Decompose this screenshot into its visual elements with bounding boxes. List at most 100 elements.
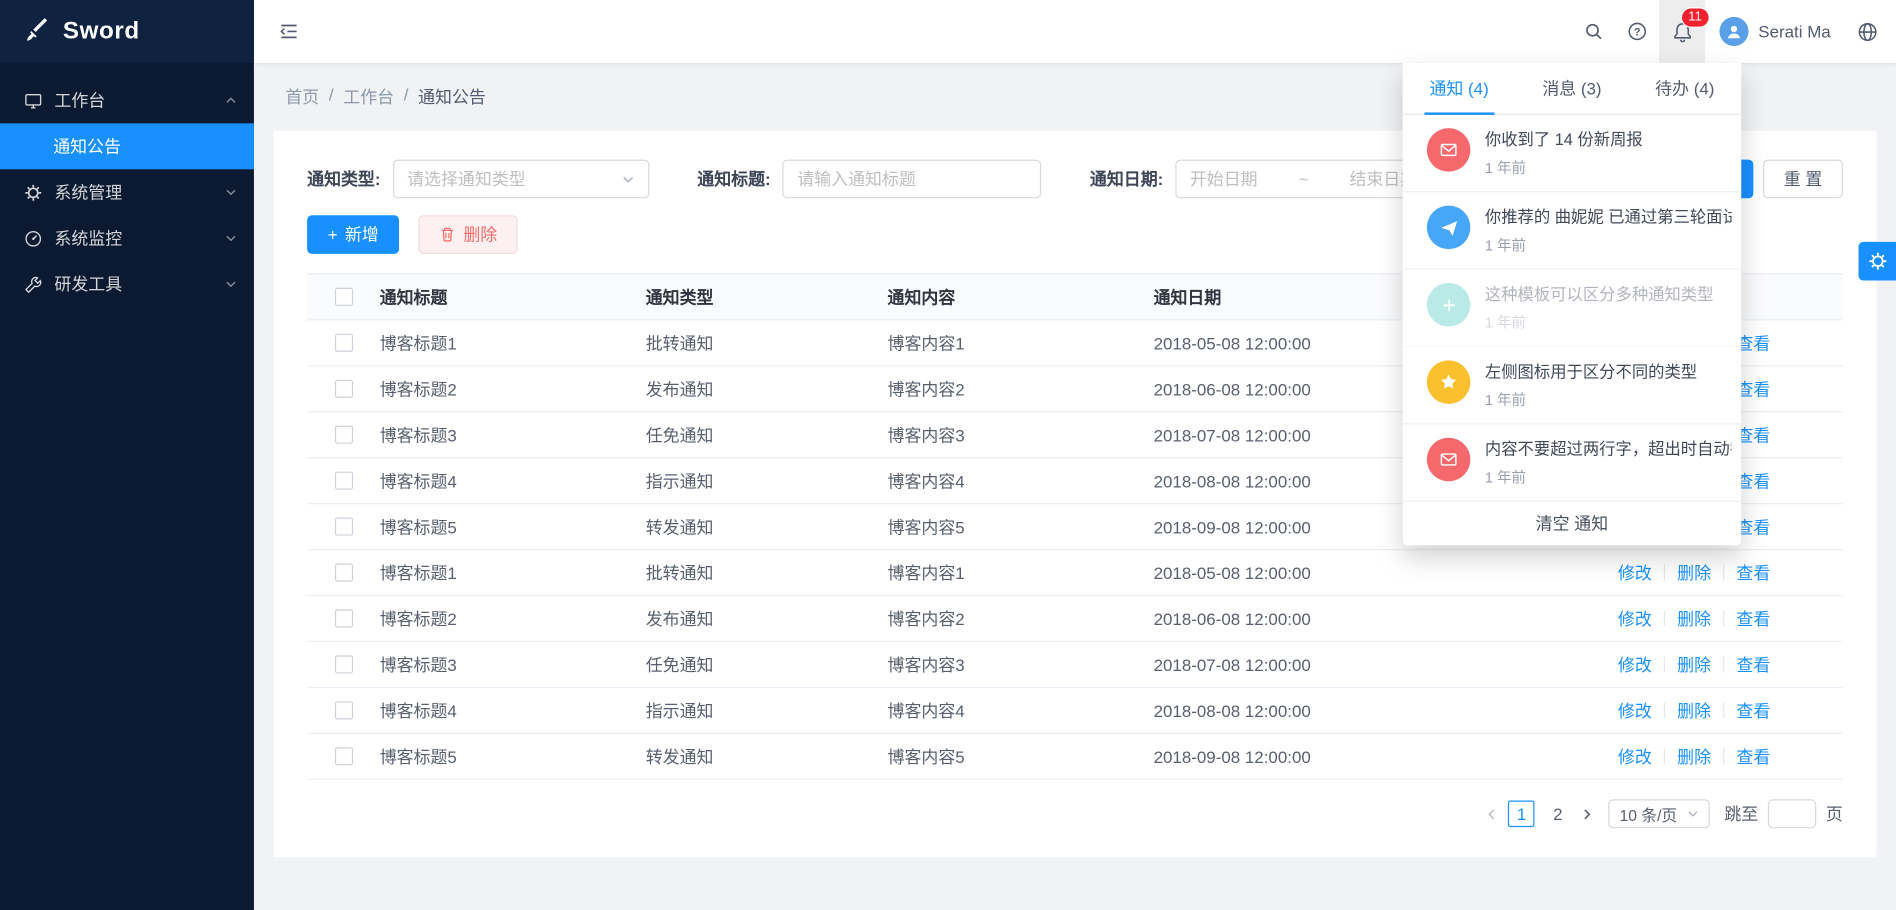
notice-type-select[interactable]: 请选择通知类型 bbox=[393, 160, 649, 199]
plus-icon: + bbox=[328, 225, 338, 244]
edit-link[interactable]: 修改 bbox=[1618, 744, 1652, 768]
desktop-icon bbox=[24, 91, 42, 109]
gear-icon bbox=[1868, 252, 1887, 271]
edit-link[interactable]: 修改 bbox=[1618, 606, 1652, 630]
dashboard-icon bbox=[24, 229, 42, 247]
edit-link[interactable]: 修改 bbox=[1618, 560, 1652, 584]
view-link[interactable]: 查看 bbox=[1736, 698, 1770, 722]
delete-link[interactable]: 删除 bbox=[1677, 560, 1711, 584]
notification-dropdown: 通知 (4) 消息 (3) 待办 (4) 你收到了 14 份新周报 1 年前 你… bbox=[1403, 63, 1742, 545]
action-separator bbox=[1723, 611, 1724, 627]
edit-link[interactable]: 修改 bbox=[1618, 698, 1652, 722]
row-checkbox[interactable] bbox=[334, 380, 352, 398]
breadcrumb-home[interactable]: 首页 bbox=[285, 85, 319, 131]
sidebar-item-system-monitor[interactable]: 系统监控 bbox=[0, 215, 254, 261]
select-placeholder: 请选择通知类型 bbox=[407, 167, 526, 191]
mail-icon bbox=[1427, 128, 1471, 172]
view-link[interactable]: 查看 bbox=[1736, 606, 1770, 630]
next-page-button[interactable] bbox=[1581, 807, 1594, 820]
row-checkbox[interactable] bbox=[334, 701, 352, 719]
delete-link[interactable]: 删除 bbox=[1677, 652, 1711, 676]
notice-title-input[interactable] bbox=[783, 160, 1042, 199]
language-button[interactable] bbox=[1845, 0, 1889, 63]
user-menu[interactable]: Serati Ma bbox=[1705, 0, 1845, 63]
view-link[interactable]: 查看 bbox=[1736, 744, 1770, 768]
edit-link[interactable]: 修改 bbox=[1618, 652, 1652, 676]
jump-label: 跳至 bbox=[1724, 802, 1758, 826]
pagination: 1 2 10 条/页 跳至 页 bbox=[307, 799, 1843, 828]
breadcrumb-current: 通知公告 bbox=[418, 85, 486, 131]
theme-settings-button[interactable] bbox=[1859, 242, 1896, 281]
row-checkbox[interactable] bbox=[334, 609, 352, 627]
view-link[interactable]: 查看 bbox=[1736, 469, 1770, 493]
breadcrumb-separator: / bbox=[329, 85, 334, 131]
notification-item[interactable]: 你收到了 14 份新周报 1 年前 bbox=[1403, 115, 1742, 192]
view-link[interactable]: 查看 bbox=[1736, 423, 1770, 447]
sidebar-item-system-management[interactable]: 系统管理 bbox=[0, 169, 254, 215]
row-checkbox[interactable] bbox=[334, 426, 352, 444]
clear-notifications-button[interactable]: 清空 通知 bbox=[1403, 502, 1742, 546]
sidebar-item-label: 系统管理 bbox=[54, 180, 122, 204]
view-link[interactable]: 查看 bbox=[1736, 377, 1770, 401]
delete-link[interactable]: 删除 bbox=[1677, 606, 1711, 630]
app-root: Sword 工作台 通知公告 bbox=[0, 0, 1896, 910]
notification-item-read[interactable]: 这种模板可以区分多种通知类型 1 年前 bbox=[1403, 270, 1742, 347]
view-link[interactable]: 查看 bbox=[1736, 515, 1770, 539]
menu-fold-icon bbox=[278, 21, 300, 43]
row-checkbox[interactable] bbox=[334, 518, 352, 536]
tab-notifications[interactable]: 通知 (4) bbox=[1403, 63, 1516, 114]
column-header-type: 通知类型 bbox=[646, 285, 888, 309]
delete-button[interactable]: 删除 bbox=[419, 215, 518, 254]
notification-item[interactable]: 左侧图标用于区分不同的类型 1 年前 bbox=[1403, 347, 1742, 424]
date-start-placeholder: 开始日期 bbox=[1190, 167, 1258, 191]
sidebar-item-notice[interactable]: 通知公告 bbox=[0, 123, 254, 169]
date-range-separator: ~ bbox=[1299, 169, 1309, 188]
column-header-content: 通知内容 bbox=[888, 285, 1154, 309]
sidebar: Sword 工作台 通知公告 bbox=[0, 0, 254, 910]
chevron-down-icon bbox=[225, 186, 237, 198]
question-circle-icon: ? bbox=[1628, 22, 1647, 41]
column-header-title: 通知标题 bbox=[380, 285, 646, 309]
tab-messages[interactable]: 消息 (3) bbox=[1516, 63, 1629, 114]
page-button-1[interactable]: 1 bbox=[1508, 800, 1535, 827]
row-checkbox[interactable] bbox=[334, 747, 352, 765]
add-button[interactable]: + 新增 bbox=[307, 215, 399, 254]
trash-icon bbox=[439, 226, 456, 243]
notifications-bell-button[interactable]: 11 bbox=[1659, 0, 1705, 63]
select-all-checkbox[interactable] bbox=[334, 288, 352, 306]
action-separator bbox=[1723, 657, 1724, 673]
search-button[interactable] bbox=[1572, 0, 1616, 63]
row-checkbox[interactable] bbox=[334, 472, 352, 490]
row-checkbox[interactable] bbox=[334, 563, 352, 581]
notice-date-range-picker[interactable]: 开始日期 ~ 结束日期 bbox=[1175, 160, 1431, 199]
jump-page-input[interactable] bbox=[1768, 799, 1816, 828]
tab-todos[interactable]: 待办 (4) bbox=[1628, 63, 1741, 114]
prev-page-button[interactable] bbox=[1485, 807, 1498, 820]
sidebar-item-dev-tools[interactable]: 研发工具 bbox=[0, 261, 254, 307]
logo-text: Sword bbox=[63, 18, 140, 46]
reset-button[interactable]: 重 置 bbox=[1763, 160, 1843, 199]
menu-fold-button[interactable] bbox=[278, 21, 300, 43]
sidebar-item-label: 工作台 bbox=[54, 88, 105, 112]
breadcrumb-workbench[interactable]: 工作台 bbox=[343, 85, 394, 131]
notice-date-label: 通知日期: bbox=[1090, 167, 1163, 191]
wrench-icon bbox=[24, 275, 42, 293]
row-checkbox[interactable] bbox=[334, 334, 352, 352]
delete-link[interactable]: 删除 bbox=[1677, 744, 1711, 768]
view-link[interactable]: 查看 bbox=[1736, 560, 1770, 584]
sidebar-item-workbench[interactable]: 工作台 bbox=[0, 77, 254, 123]
page-size-select[interactable]: 10 条/页 bbox=[1609, 799, 1710, 828]
notification-item[interactable]: 内容不要超过两行字，超出时自动截断 1 年前 bbox=[1403, 424, 1742, 501]
view-link[interactable]: 查看 bbox=[1736, 331, 1770, 355]
action-separator bbox=[1664, 657, 1665, 673]
row-checkbox[interactable] bbox=[334, 655, 352, 673]
delete-link[interactable]: 删除 bbox=[1677, 698, 1711, 722]
avatar bbox=[1720, 17, 1749, 46]
notification-item[interactable]: 你推荐的 曲妮妮 已通过第三轮面试 1 年前 bbox=[1403, 192, 1742, 269]
action-separator bbox=[1664, 703, 1665, 719]
column-header-date: 通知日期 bbox=[1154, 285, 1420, 309]
view-link[interactable]: 查看 bbox=[1736, 652, 1770, 676]
page-button-2[interactable]: 2 bbox=[1545, 800, 1572, 827]
table-row: 博客标题1 批转通知 博客内容1 2018-05-08 12:00:00 修改删… bbox=[307, 550, 1843, 596]
help-button[interactable]: ? bbox=[1616, 0, 1660, 63]
